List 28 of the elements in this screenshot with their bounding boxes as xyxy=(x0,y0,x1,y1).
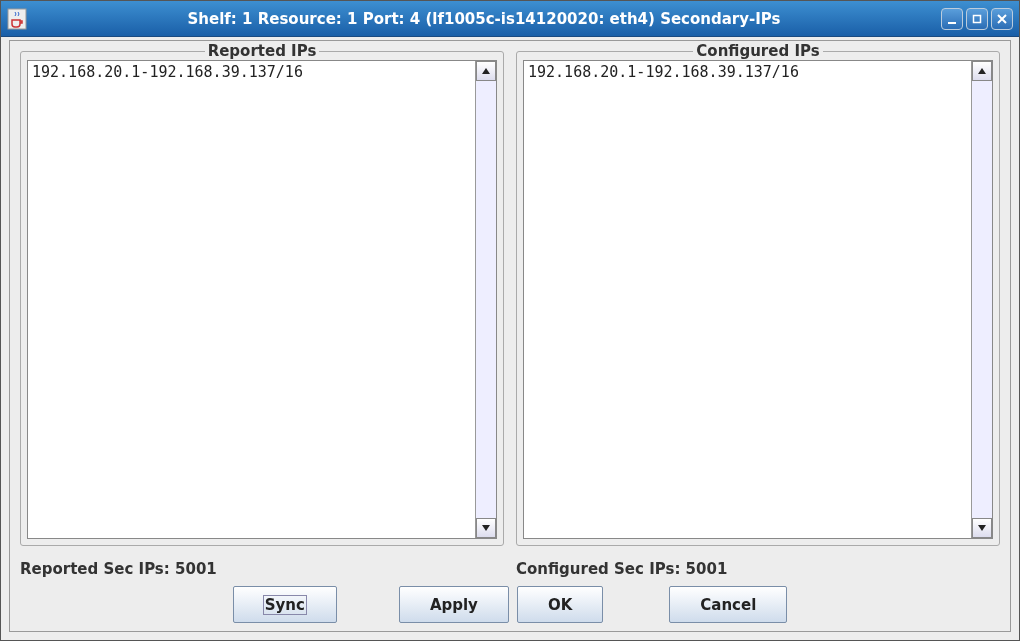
close-button[interactable] xyxy=(991,7,1013,30)
scrollbar[interactable] xyxy=(971,61,992,538)
minimize-button[interactable] xyxy=(941,7,963,30)
panel-title: Configured IPs xyxy=(693,42,823,60)
down-arrow-icon xyxy=(977,524,987,532)
java-cup-icon xyxy=(7,7,27,30)
scroll-up-button[interactable] xyxy=(476,61,496,81)
list-item[interactable]: 192.168.20.1-192.168.39.137/16 xyxy=(528,63,967,81)
dialog-button[interactable]: Cancel xyxy=(669,586,788,623)
dialog-button[interactable]: Sync xyxy=(232,586,337,623)
panel-title: Reported IPs xyxy=(204,42,320,60)
maximize-icon xyxy=(971,12,983,25)
scrollbar[interactable] xyxy=(475,61,496,538)
dialog-button[interactable]: OK xyxy=(516,586,604,623)
scroll-down-button[interactable] xyxy=(972,518,992,538)
up-arrow-icon xyxy=(481,67,491,75)
scroll-down-button[interactable] xyxy=(476,518,496,538)
list-item[interactable]: 192.168.20.1-192.168.39.137/16 xyxy=(32,63,471,81)
count-label: Configured Sec IPs: 5001 xyxy=(516,560,729,578)
up-arrow-icon xyxy=(977,67,987,75)
minimize-icon xyxy=(948,21,956,24)
window-title: Shelf: 1 Resource: 1 Port: 4 (lf1005c-is14120020: eth4) Secondary-IPs xyxy=(186,9,782,28)
dialog-button[interactable]: Apply xyxy=(398,586,509,623)
scroll-up-button[interactable] xyxy=(972,61,992,81)
maximize-button[interactable] xyxy=(966,7,988,30)
close-icon xyxy=(996,12,1008,25)
down-arrow-icon xyxy=(481,524,491,532)
count-label: Reported Sec IPs: 5001 xyxy=(20,560,218,578)
